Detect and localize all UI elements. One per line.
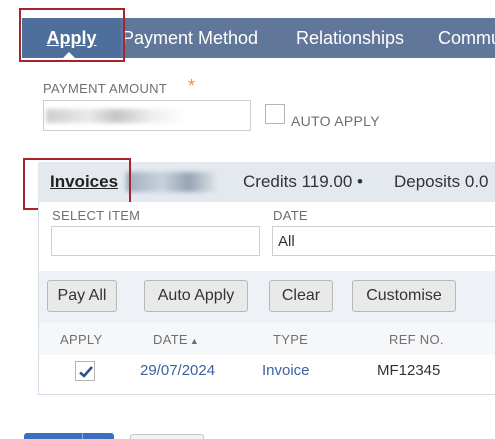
tab-payment-method[interactable]: Payment Method: [122, 18, 258, 58]
subtab-deposits[interactable]: Deposits 0.0: [394, 172, 489, 192]
clear-button[interactable]: Clear: [269, 280, 333, 312]
select-item-input[interactable]: [51, 226, 260, 256]
row-type-link[interactable]: Invoice: [262, 362, 310, 379]
tab-communication-label: Commu: [438, 28, 495, 48]
checkmark-icon: [79, 366, 93, 378]
tab-relationships-label: Relationships: [296, 28, 405, 48]
save-button-partial[interactable]: [24, 433, 114, 439]
split-divider: [82, 433, 83, 439]
row-ref-no: MF12345: [377, 362, 441, 379]
select-item-label: SELECT ITEM: [52, 208, 141, 223]
redacted-invoices-total: [126, 172, 216, 192]
column-header-apply[interactable]: APPLY: [60, 332, 102, 347]
column-header-type[interactable]: TYPE: [273, 332, 308, 347]
payment-amount-input[interactable]: [43, 100, 251, 131]
payment-amount-label: PAYMENT AMOUNT: [43, 81, 168, 96]
tab-relationships[interactable]: Relationships: [296, 18, 404, 58]
column-header-ref-no[interactable]: REF NO.: [389, 332, 444, 347]
button-row: Pay All Auto Apply Clear Customise: [39, 271, 495, 323]
auto-apply-checkbox[interactable]: [265, 104, 285, 124]
subtab-credits[interactable]: Credits 119.00 •: [243, 172, 363, 192]
auto-apply-button[interactable]: Auto Apply: [144, 280, 248, 312]
row-date-link[interactable]: 29/07/2024: [140, 362, 215, 379]
tab-payment-method-label: Payment Method: [122, 28, 259, 48]
table-row: 29/07/2024 Invoice MF12345: [39, 355, 495, 387]
sort-ascending-icon: ▲: [189, 336, 200, 346]
column-header-date-label: DATE: [153, 332, 188, 347]
date-filter-select[interactable]: All: [272, 226, 495, 256]
apply-checkbox[interactable]: [75, 361, 95, 381]
required-marker: *: [188, 76, 196, 96]
column-header-date[interactable]: DATE ▲: [153, 332, 199, 347]
highlight-box-apply-tab: [19, 8, 125, 62]
tab-communication[interactable]: Commu: [438, 18, 495, 58]
cancel-button-partial[interactable]: [130, 434, 204, 439]
date-filter-label: DATE: [273, 208, 308, 223]
redacted-amount: [46, 109, 186, 123]
pay-all-button[interactable]: Pay All: [47, 280, 117, 312]
auto-apply-label: AUTO APPLY: [291, 113, 380, 129]
customise-button[interactable]: Customise: [352, 280, 456, 312]
table-header: APPLY DATE ▲ TYPE REF NO.: [39, 323, 495, 355]
